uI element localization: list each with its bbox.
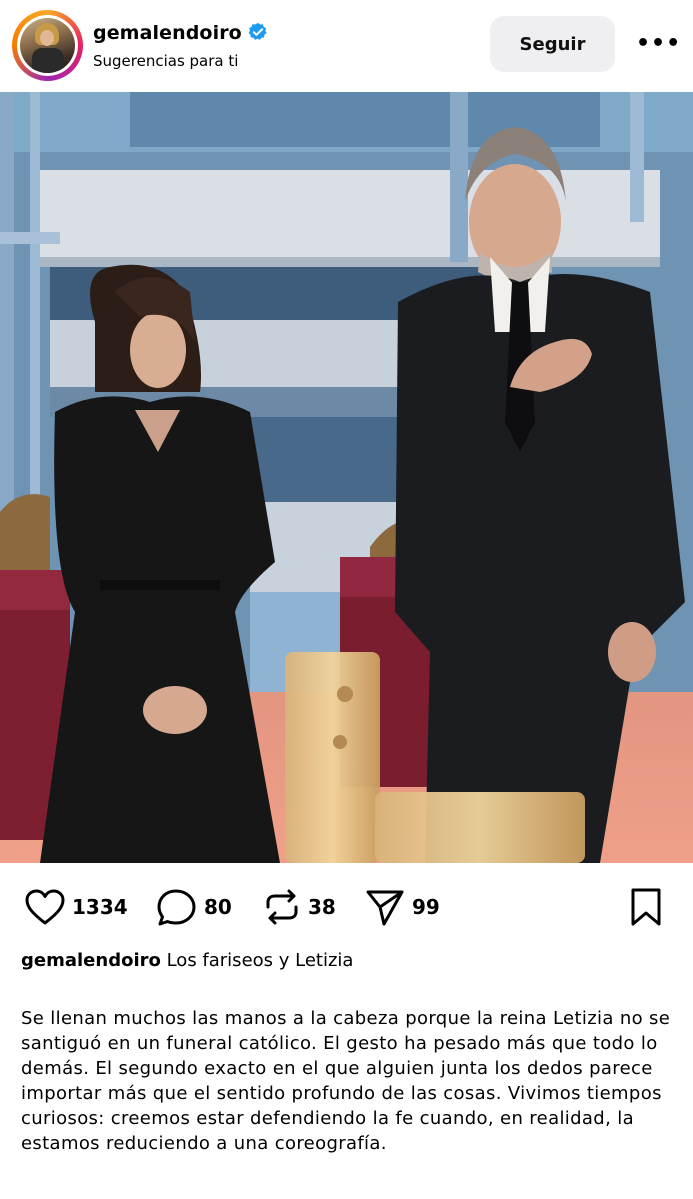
reposts-count: 38 xyxy=(308,895,336,919)
bookmark-button[interactable] xyxy=(628,886,664,928)
repost-icon xyxy=(266,889,298,925)
action-bar: 1334 80 38 99 xyxy=(0,886,693,928)
caption-title: Los fariseos y Letizia xyxy=(166,950,354,971)
bookmark-icon xyxy=(631,888,661,926)
shares-count: 99 xyxy=(412,895,440,919)
avatar[interactable] xyxy=(12,10,83,81)
more-icon[interactable]: ••• xyxy=(636,30,680,58)
verified-icon xyxy=(248,22,267,40)
post-body-text: Se llenan muchos las manos a la cabeza p… xyxy=(21,1008,671,1154)
post-caption: gemalendoiro Los fariseos y Letizia xyxy=(21,950,353,971)
comment-icon xyxy=(157,889,196,926)
repost-button[interactable]: 38 xyxy=(262,886,336,928)
likes-count: 1334 xyxy=(72,895,128,919)
like-button[interactable]: 1334 xyxy=(24,886,128,928)
comment-button[interactable]: 80 xyxy=(156,886,232,928)
comments-count: 80 xyxy=(204,895,232,919)
post-image[interactable] xyxy=(0,92,693,863)
heart-icon xyxy=(25,889,65,925)
follow-button[interactable]: Seguir xyxy=(490,16,615,72)
share-button[interactable]: 99 xyxy=(364,886,440,928)
username[interactable]: gemalendoiro xyxy=(93,22,268,44)
suggestions-subtitle: Sugerencias para ti xyxy=(93,52,239,70)
caption-username[interactable]: gemalendoiro xyxy=(21,950,161,971)
share-icon xyxy=(366,890,404,926)
post-header: gemalendoiro Sugerencias para ti Seguir … xyxy=(0,0,693,92)
